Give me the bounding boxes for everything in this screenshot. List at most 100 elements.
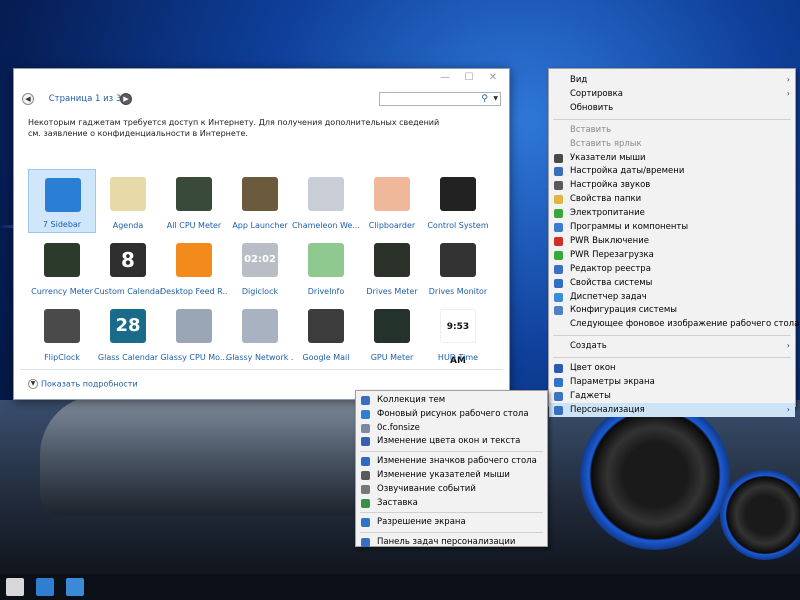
menu-item-label: Вставить [570, 124, 612, 135]
gadget-label: All CPU Meter [166, 221, 222, 230]
menu-item[interactable]: Следующее фоновое изображение рабочего с… [549, 317, 799, 331]
menu-item[interactable]: Персонализация › [549, 402, 795, 417]
menu-item[interactable]: Разрешение экрана [356, 515, 547, 529]
config-icon [554, 306, 563, 316]
menu-item[interactable]: Редактор реестра [549, 262, 795, 276]
menu-item[interactable]: Озвучивание событий [356, 482, 547, 496]
menu-item-label: Вид [570, 75, 588, 85]
gadget-tile[interactable]: Clipboarder [358, 169, 426, 233]
computer-icon[interactable] [66, 578, 84, 596]
menu-item[interactable]: Изменение указателей мыши [356, 468, 547, 482]
menu-item[interactable]: Свойства системы [549, 276, 795, 290]
gadget-tile[interactable]: App Launcher [226, 169, 294, 233]
gadget-label: Chameleon We... [292, 221, 360, 230]
menu-item[interactable]: Изменение значков рабочего стола [356, 454, 547, 468]
show-details-button[interactable]: ▼ Показать подробности [28, 379, 138, 389]
gadget-tile[interactable]: 9:53 AM HUD Time [424, 301, 492, 366]
menu-item[interactable]: Вид › [549, 73, 795, 87]
menu-item-label: Указатели мыши [570, 152, 646, 163]
menu-item[interactable]: Вставить ярлык [549, 137, 795, 151]
gadget-label: GPU Meter [370, 353, 414, 362]
menu-item[interactable]: Свойства папки [549, 192, 795, 206]
mouse-pointer-icon [554, 153, 563, 163]
menu-item-label: Разрешение экрана [377, 517, 466, 528]
gadget-tile[interactable]: 02:02 Digiclock [226, 235, 294, 299]
drive-icon [308, 243, 344, 277]
menu-item-label: Настройка даты/времени [570, 166, 685, 177]
divider [20, 369, 503, 370]
store-icon[interactable] [6, 578, 24, 596]
gadget-tile[interactable]: 7 Sidebar [28, 169, 96, 233]
close-icon[interactable]: ✕ [485, 72, 501, 84]
gadget-label: Glassy CPU Mo... [160, 353, 228, 362]
menu-item-label: Изменение цвета окон и текста [377, 436, 521, 447]
menu-item[interactable]: Изменение цвета окон и текста [356, 434, 547, 448]
menu-item[interactable]: Настройка даты/времени [549, 164, 795, 178]
wallpaper-icon [361, 409, 370, 419]
personalization-submenu: Коллекция тем Фоновый рисунок рабочего ст… [355, 390, 548, 549]
gadget-tile[interactable]: FlipClock [28, 301, 96, 365]
gadget-tile[interactable]: Desktop Feed R... [160, 235, 228, 299]
gadget-tile[interactable]: Currency Meter [28, 235, 96, 299]
gadget-tile[interactable]: Glassy Network ... [226, 301, 294, 365]
prev-page-button[interactable]: ◀ [22, 93, 34, 105]
color-icon [361, 437, 370, 447]
gadget-tile[interactable]: Google Mail [292, 301, 360, 365]
shutdown-icon [554, 236, 563, 246]
speaker-icon [554, 181, 563, 191]
menu-item[interactable]: Конфигурация системы [549, 303, 795, 317]
search-icon[interactable]: ⚲ [481, 93, 488, 105]
menu-item[interactable]: Заставка [356, 496, 547, 510]
menu-item[interactable]: PWR Перезагрузка [549, 248, 795, 262]
gadget-tile[interactable]: All CPU Meter [160, 169, 228, 233]
menu-item[interactable]: Вставить [549, 123, 795, 137]
menu-item[interactable]: Параметры экрана [549, 375, 795, 389]
gadget-tile[interactable]: Drives Meter [358, 235, 426, 299]
menu-item[interactable]: Сортировка › [549, 87, 795, 101]
gadget-label: Desktop Feed R... [160, 287, 228, 296]
menu-item[interactable]: Электропитание [549, 206, 795, 220]
menu-item[interactable]: Указатели мыши [549, 151, 795, 165]
gadget-tile[interactable]: Drives Monitor [424, 235, 492, 299]
menu-item[interactable]: Цвет окон [549, 361, 795, 375]
next-page-button[interactable]: ▶ [120, 93, 132, 105]
menu-item-label: Заставка [377, 497, 418, 508]
window-icon[interactable] [36, 578, 54, 596]
menu-item-label: PWR Выключение [570, 235, 649, 246]
gadget-search-input[interactable]: ⚲ ▼ [379, 92, 501, 106]
gadget-tile[interactable]: Control System [424, 169, 492, 233]
rss-icon [176, 243, 212, 277]
gadget-label: Glassy Network ... [226, 353, 294, 362]
menu-item[interactable]: Фоновый рисунок рабочего стола [356, 407, 547, 421]
chevron-right-icon: › [786, 341, 790, 351]
menu-item[interactable]: Гаджеты [549, 389, 795, 403]
chevron-down-icon[interactable]: ▼ [493, 93, 498, 105]
menu-item[interactable]: Создать › [549, 339, 795, 353]
menu-item[interactable]: Коллекция тем [356, 393, 547, 407]
file-icon [361, 423, 370, 433]
menu-item[interactable]: 0c.fonsize [356, 421, 547, 435]
menu-item[interactable]: Панель задач персонализации [356, 535, 547, 549]
gadget-label: Digiclock [241, 287, 279, 296]
menu-item[interactable]: Обновить [549, 101, 795, 115]
menu-item[interactable]: Программы и компоненты [549, 220, 795, 234]
gadget-tile[interactable]: 8 Custom Calendar [94, 235, 162, 299]
gadget-tile[interactable]: Agenda [94, 169, 162, 233]
gadget-tile[interactable]: Glassy CPU Mo... [160, 301, 228, 365]
menu-item[interactable]: PWR Выключение [549, 234, 795, 248]
window-titlebar[interactable]: — ☐ ✕ [14, 69, 509, 89]
minimize-icon[interactable]: — [437, 72, 453, 84]
gadget-tile[interactable]: Chameleon We... [292, 169, 360, 233]
calendar-icon [110, 177, 146, 211]
maximize-icon[interactable]: ☐ [461, 72, 477, 84]
gadget-label: Drives Meter [366, 287, 418, 296]
menu-item[interactable]: Диспетчер задач [549, 290, 795, 304]
gadget-tile[interactable]: 28 Glass Calendar [94, 301, 162, 365]
power-plan-icon [554, 209, 563, 219]
menu-item-label: Настройка звуков [570, 180, 651, 191]
restart-icon [554, 250, 563, 260]
gadget-tile[interactable]: GPU Meter [358, 301, 426, 365]
menu-item-label: Озвучивание событий [377, 483, 476, 494]
menu-item[interactable]: Настройка звуков [549, 178, 795, 192]
gadget-tile[interactable]: DriveInfo [292, 235, 360, 299]
